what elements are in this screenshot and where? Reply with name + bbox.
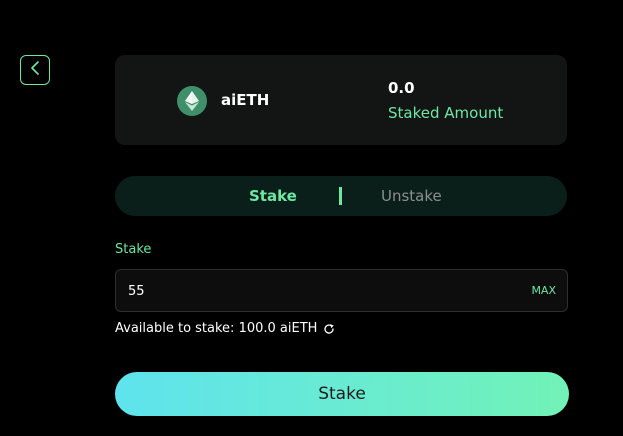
stake-unstake-tabs: Stake Unstake (115, 176, 567, 216)
tab-separator (339, 187, 342, 205)
ethereum-icon (177, 86, 207, 116)
token-card: aiETH 0.0 Staked Amount (115, 55, 567, 145)
stake-amount-field: MAX (115, 269, 568, 312)
back-button[interactable] (20, 55, 50, 85)
max-button[interactable]: MAX (531, 284, 556, 297)
stake-amount-input[interactable] (128, 281, 508, 301)
available-to-stake: Available to stake: 100.0 aiETH (115, 321, 335, 336)
staked-amount-value: 0.0 (388, 79, 415, 97)
token-name: aiETH (221, 91, 270, 109)
stake-input-label: Stake (115, 242, 152, 257)
tab-stake[interactable]: Stake (249, 187, 297, 205)
stake-button[interactable]: Stake (115, 372, 569, 416)
refresh-icon[interactable] (323, 323, 335, 335)
staked-amount-label: Staked Amount (388, 104, 504, 122)
tab-unstake[interactable]: Unstake (381, 187, 442, 205)
available-to-stake-text: Available to stake: 100.0 aiETH (115, 321, 318, 336)
chevron-left-icon (29, 60, 41, 80)
